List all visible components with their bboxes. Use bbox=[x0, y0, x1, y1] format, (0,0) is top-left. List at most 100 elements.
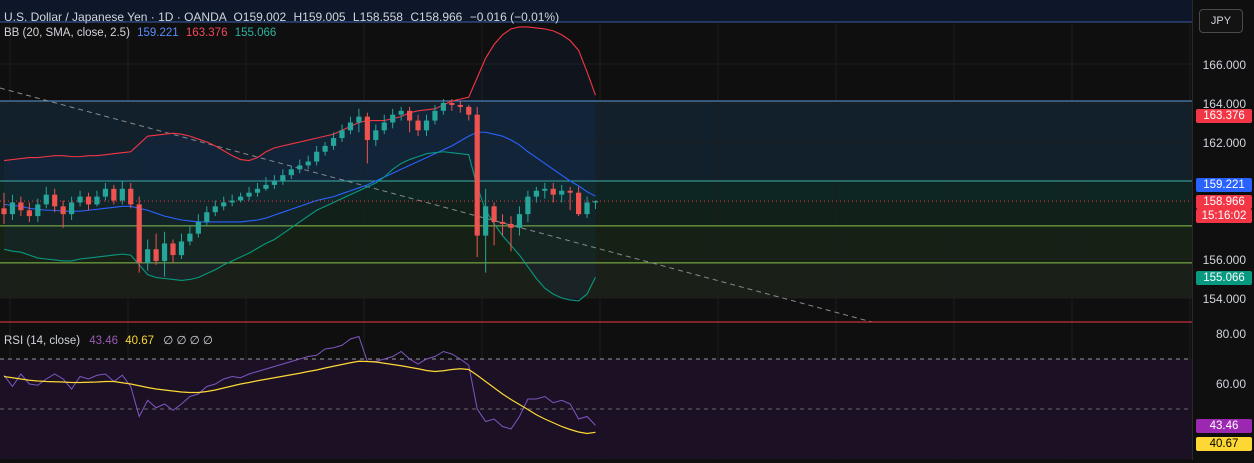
candle-body bbox=[457, 104, 463, 107]
candle-body bbox=[423, 120, 430, 131]
candle-body bbox=[508, 223, 514, 228]
candle-body bbox=[128, 188, 134, 205]
candle-body bbox=[288, 169, 294, 176]
candle-body bbox=[407, 110, 413, 121]
candle-body bbox=[229, 200, 235, 203]
candle-body bbox=[356, 116, 362, 123]
candle-body bbox=[263, 184, 269, 189]
candle-body bbox=[77, 196, 83, 203]
candle-body bbox=[178, 241, 185, 256]
candle-body bbox=[576, 192, 582, 215]
price-tick: 154.000 bbox=[1202, 292, 1246, 306]
candle-body bbox=[43, 194, 49, 205]
symbol-legend: U.S. Dollar / Japanese Yen · 1D · OANDA … bbox=[4, 10, 559, 24]
candle-body bbox=[373, 130, 379, 141]
rsi-ma-label: 40.67 bbox=[1196, 437, 1252, 451]
chart-root: U.S. Dollar / Japanese Yen · 1D · OANDA … bbox=[0, 0, 1254, 460]
lower-band-label: 155.066 bbox=[1196, 271, 1252, 285]
candle-body bbox=[111, 188, 117, 201]
candle-body bbox=[567, 190, 573, 193]
candle-body bbox=[592, 201, 599, 203]
candle-body bbox=[94, 196, 100, 205]
rsi-legend-label[interactable]: RSI (14, close) bbox=[4, 335, 80, 347]
countdown-label: 15:16:02 bbox=[1196, 209, 1252, 223]
candle-body bbox=[381, 122, 387, 131]
candle-body bbox=[322, 145, 328, 152]
candle-body bbox=[550, 188, 556, 195]
candle-body bbox=[584, 202, 590, 215]
candle-body bbox=[35, 204, 41, 217]
candle-body bbox=[161, 243, 168, 261]
rsi-legend-value: 43.46 bbox=[89, 335, 119, 347]
ohlc-change: −0.016 (−0.01%) bbox=[469, 10, 560, 24]
candle-body bbox=[305, 161, 311, 166]
candle-body bbox=[483, 206, 489, 236]
candle-body bbox=[238, 196, 244, 201]
basis-label: 159.221 bbox=[1196, 178, 1252, 192]
candle-body bbox=[491, 206, 497, 222]
rsi-label: 43.46 bbox=[1196, 419, 1252, 433]
candle-body bbox=[516, 214, 523, 228]
candle-body bbox=[221, 202, 227, 207]
rsi-ma-legend-value: 40.67 bbox=[125, 335, 155, 347]
upper-band-label: 163.376 bbox=[1196, 109, 1252, 123]
candle-body bbox=[52, 194, 58, 207]
candle-body bbox=[9, 202, 16, 215]
candle-body bbox=[533, 190, 539, 197]
candle-body bbox=[466, 106, 472, 115]
candle-body bbox=[499, 221, 506, 224]
rsi-tick: 80.00 bbox=[1215, 327, 1246, 341]
bb-legend-label[interactable]: BB (20, SMA, close, 2.5) bbox=[4, 27, 130, 39]
candle-body bbox=[85, 196, 92, 205]
bb-lower-value: 155.066 bbox=[234, 27, 277, 39]
price-tick: 162.000 bbox=[1202, 136, 1246, 150]
candle-body bbox=[136, 204, 142, 263]
candle-body bbox=[339, 130, 345, 139]
candle-body bbox=[440, 103, 446, 111]
bb-basis-value: 159.221 bbox=[137, 27, 179, 39]
candle-body bbox=[390, 114, 396, 123]
candle-body bbox=[271, 181, 277, 185]
rsi-legend-extra: ∅ ∅ ∅ ∅ bbox=[163, 335, 213, 347]
candle-body bbox=[102, 188, 108, 197]
candle-body bbox=[119, 188, 125, 201]
candle-body bbox=[449, 103, 455, 105]
ohlc-open: O159.002 bbox=[233, 10, 287, 24]
candle-body bbox=[254, 188, 261, 193]
candle-body bbox=[170, 243, 176, 256]
candle-body bbox=[204, 212, 210, 222]
candle-body bbox=[364, 116, 370, 141]
candle-body bbox=[314, 151, 320, 162]
candle-body bbox=[398, 110, 404, 115]
candle-body bbox=[347, 122, 354, 131]
bb-legend: BB (20, SMA, close, 2.5) 159.221 163.376… bbox=[4, 27, 276, 39]
candle-body bbox=[297, 165, 303, 170]
chart-canvas[interactable] bbox=[0, 0, 1254, 460]
candle-body bbox=[212, 206, 218, 213]
candle-body bbox=[1, 208, 7, 215]
price-tick: 166.000 bbox=[1202, 58, 1246, 72]
candle-body bbox=[69, 202, 75, 215]
candle-body bbox=[187, 233, 193, 242]
candle-body bbox=[60, 206, 66, 215]
candle-body bbox=[246, 192, 252, 197]
candle-body bbox=[153, 249, 159, 261]
candle-body bbox=[542, 188, 548, 191]
symbol-title[interactable]: U.S. Dollar / Japanese Yen · 1D · OANDA bbox=[4, 10, 226, 24]
ohlc-low: L158.558 bbox=[352, 10, 403, 24]
candle-body bbox=[280, 175, 286, 181]
last-price-label: 158.966 bbox=[1196, 195, 1252, 209]
price-tick: 156.000 bbox=[1202, 253, 1246, 267]
candle-body bbox=[195, 221, 201, 234]
candle-body bbox=[525, 196, 531, 215]
ohlc-close: C158.966 bbox=[410, 10, 463, 24]
ohlc-high: H159.005 bbox=[293, 10, 346, 24]
candle-body bbox=[559, 190, 565, 195]
candle-body bbox=[330, 138, 337, 146]
candle-body bbox=[432, 110, 438, 121]
candle-body bbox=[415, 120, 421, 131]
candle-body bbox=[18, 202, 24, 211]
bb-upper-value: 163.376 bbox=[185, 27, 228, 39]
rsi-tick: 60.00 bbox=[1215, 377, 1246, 391]
currency-button[interactable]: JPY bbox=[1199, 9, 1243, 33]
